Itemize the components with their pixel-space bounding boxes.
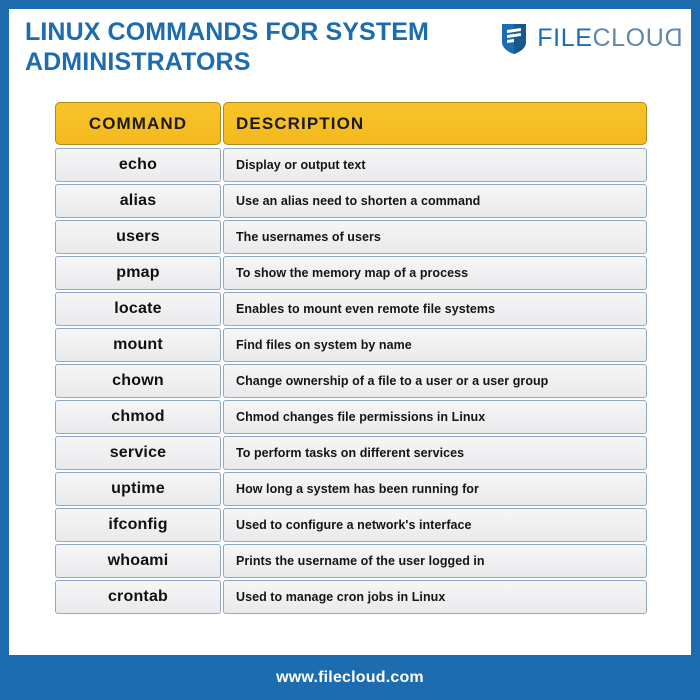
cell-command: ifconfig <box>55 508 221 542</box>
table-row: whoami Prints the username of the user l… <box>55 544 647 578</box>
cell-command: uptime <box>55 472 221 506</box>
filecloud-shield-icon <box>500 21 528 55</box>
page-title: LINUX COMMANDS FOR SYSTEM ADMINISTRATORS <box>25 18 429 76</box>
brand-word-file: FILE <box>537 23 593 52</box>
cell-command: crontab <box>55 580 221 614</box>
cell-description: Use an alias need to shorten a command <box>223 184 647 218</box>
infographic-poster: LINUX COMMANDS FOR SYSTEM ADMINISTRATORS… <box>0 0 700 700</box>
cell-command: alias <box>55 184 221 218</box>
cell-command: chown <box>55 364 221 398</box>
cell-description: Used to configure a network's interface <box>223 508 647 542</box>
cell-description: Enables to mount even remote file system… <box>223 292 647 326</box>
table-row: uptime How long a system has been runnin… <box>55 472 647 506</box>
cell-command: whoami <box>55 544 221 578</box>
table-row: pmap To show the memory map of a process <box>55 256 647 290</box>
cell-description: How long a system has been running for <box>223 472 647 506</box>
cell-description: Find files on system by name <box>223 328 647 362</box>
cell-description: The usernames of users <box>223 220 647 254</box>
brand-word-d: D <box>664 23 683 52</box>
table-row: service To perform tasks on different se… <box>55 436 647 470</box>
table-row: alias Use an alias need to shorten a com… <box>55 184 647 218</box>
table-row: echo Display or output text <box>55 148 647 182</box>
commands-table: COMMAND DESCRIPTION echo Display or outp… <box>55 102 647 616</box>
filecloud-brand: FILECLOUD <box>500 21 683 55</box>
table-header-row: COMMAND DESCRIPTION <box>55 102 647 145</box>
brand-word-cloud: CLOU <box>592 23 665 52</box>
content-panel: LINUX COMMANDS FOR SYSTEM ADMINISTRATORS… <box>9 9 691 655</box>
table-row: mount Find files on system by name <box>55 328 647 362</box>
table-row: locate Enables to mount even remote file… <box>55 292 647 326</box>
table-row: users The usernames of users <box>55 220 647 254</box>
table-row: ifconfig Used to configure a network's i… <box>55 508 647 542</box>
column-header-command: COMMAND <box>55 102 221 145</box>
cell-command: pmap <box>55 256 221 290</box>
table-row: chown Change ownership of a file to a us… <box>55 364 647 398</box>
cell-description: Prints the username of the user logged i… <box>223 544 647 578</box>
cell-description: Change ownership of a file to a user or … <box>223 364 647 398</box>
cell-description: Display or output text <box>223 148 647 182</box>
filecloud-wordmark: FILECLOUD <box>537 23 683 52</box>
cell-description: Used to manage cron jobs in Linux <box>223 580 647 614</box>
poster-header: LINUX COMMANDS FOR SYSTEM ADMINISTRATORS… <box>9 9 691 87</box>
website-url[interactable]: www.filecloud.com <box>276 669 424 687</box>
table-row: chmod Chmod changes file permissions in … <box>55 400 647 434</box>
cell-command: echo <box>55 148 221 182</box>
cell-command: users <box>55 220 221 254</box>
column-header-description: DESCRIPTION <box>223 102 647 145</box>
cell-description: To show the memory map of a process <box>223 256 647 290</box>
cell-command: service <box>55 436 221 470</box>
cell-command: mount <box>55 328 221 362</box>
cell-description: To perform tasks on different services <box>223 436 647 470</box>
cell-command: chmod <box>55 400 221 434</box>
cell-description: Chmod changes file permissions in Linux <box>223 400 647 434</box>
table-row: crontab Used to manage cron jobs in Linu… <box>55 580 647 614</box>
cell-command: locate <box>55 292 221 326</box>
poster-footer: www.filecloud.com <box>0 655 700 700</box>
